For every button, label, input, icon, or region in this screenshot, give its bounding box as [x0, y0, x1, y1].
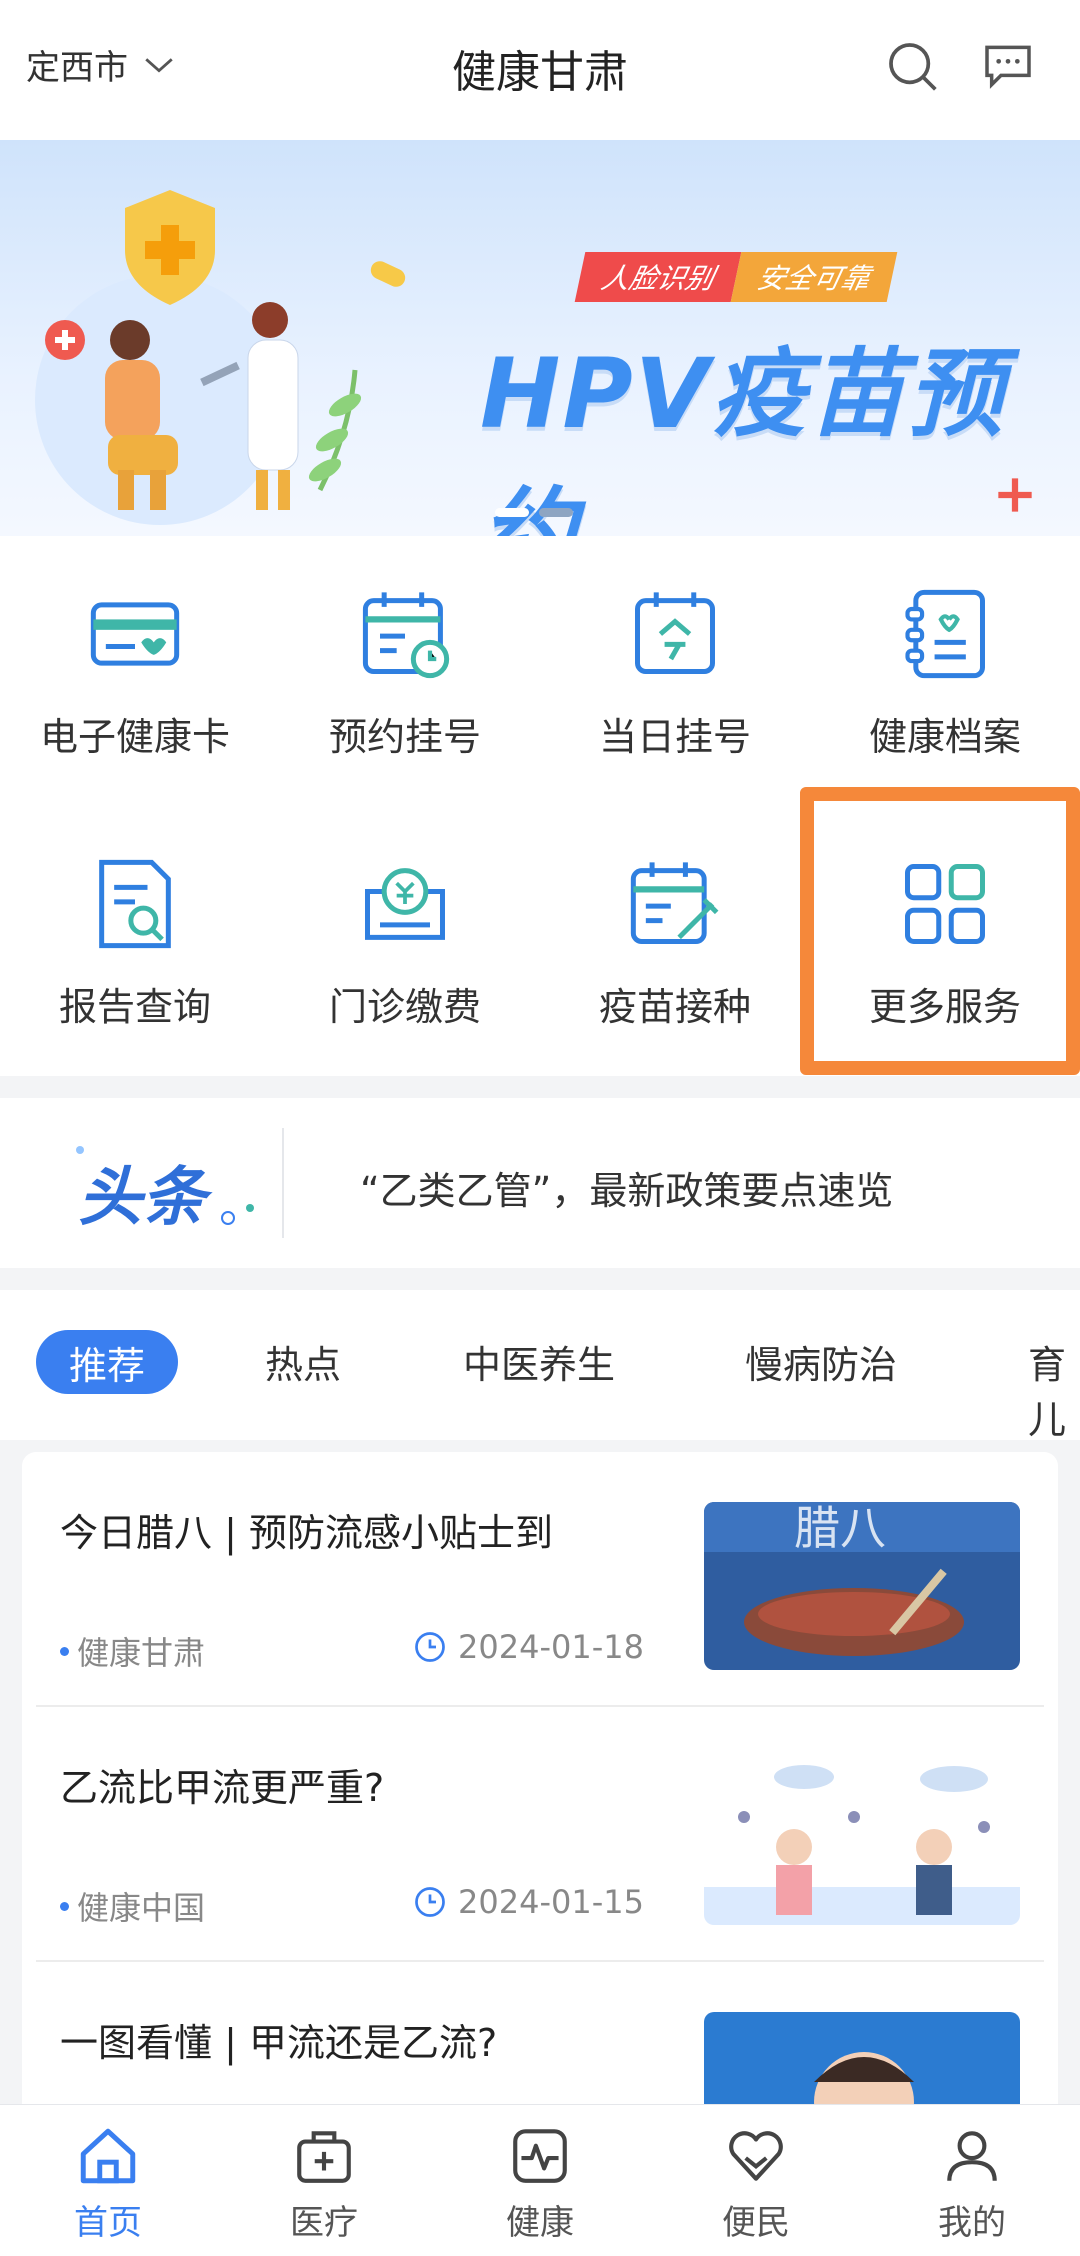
divider [282, 1128, 284, 1238]
carousel-indicator [495, 508, 573, 517]
nav-label: 我的 [938, 2203, 1006, 2243]
tab-recommend[interactable]: 推荐 [36, 1330, 178, 1394]
service-vaccine[interactable]: 疫苗接种 [540, 806, 810, 1029]
service-label: 电子健康卡 [39, 715, 230, 759]
news-title: 乙流比甲流更严重? [60, 1766, 385, 1810]
news-title: 今日腊八 | 预防流感小贴士到 [60, 1511, 553, 1555]
news-list: 今日腊八 | 预防流感小贴士到 健康甘肃 2024-01-18 腊八 乙流比甲流… [22, 1452, 1058, 2152]
nav-health[interactable]: 健康 [470, 2123, 610, 2244]
news-date: 2024-01-18 [412, 1628, 644, 1666]
nav-convenience[interactable]: 便民 [686, 2123, 826, 2244]
headline-logo: 头条 [60, 1128, 280, 1238]
health-record-icon [905, 589, 985, 679]
heart-hand-icon [729, 2131, 783, 2181]
news-item[interactable]: 乙流比甲流更严重? 健康中国 2024-01-15 [22, 1707, 1058, 1962]
tab-parenting[interactable]: 育儿 [1028, 1334, 1080, 1444]
news-source-label: 健康中国 [77, 1889, 206, 1927]
news-source: 健康甘肃 [60, 1628, 205, 1674]
bottom-nav: 首页 医疗 健康 便民 我的 [0, 2104, 1080, 2256]
tab-tcm[interactable]: 中医养生 [463, 1334, 615, 1389]
nav-label: 医疗 [290, 2203, 358, 2243]
headline-text: “乙类乙管”，最新政策要点速览 [360, 1169, 894, 1213]
service-health-card[interactable]: 电子健康卡 [0, 536, 270, 759]
news-date: 2024-01-15 [412, 1883, 644, 1921]
service-same-day[interactable]: 当日挂号 [540, 536, 810, 759]
calendar-clock-icon [362, 592, 450, 679]
highlight-box [800, 787, 1080, 1075]
plus-decor-icon [998, 478, 1032, 512]
tag-face-recognition: 人脸识别 [574, 252, 742, 302]
service-report[interactable]: 报告查询 [0, 806, 270, 1029]
medical-kit-icon [297, 2131, 351, 2183]
home-icon [80, 2128, 136, 2184]
banner-tags: 人脸识别 安全可靠 [574, 252, 898, 302]
user-icon [947, 2131, 997, 2181]
nav-medical[interactable]: 医疗 [254, 2123, 394, 2244]
headline-bar[interactable]: 头条 “乙类乙管”，最新政策要点速览 [0, 1098, 1080, 1268]
carousel-dot [495, 508, 529, 517]
service-label: 预约挂号 [328, 715, 481, 759]
service-label: 报告查询 [58, 985, 211, 1029]
vaccine-calendar-icon [630, 862, 719, 944]
news-source-label: 健康甘肃 [77, 1634, 206, 1672]
search-icon[interactable] [884, 38, 940, 94]
service-label: 健康档案 [868, 715, 1021, 759]
news-source: 健康中国 [60, 1883, 205, 1929]
news-date-label: 2024-01-15 [458, 1883, 644, 1921]
headline-logo-text: 头条 [78, 1161, 206, 1235]
service-label: 门诊缴费 [328, 985, 481, 1029]
flu-illustration-image [704, 1757, 1020, 1925]
service-label: 疫苗接种 [598, 985, 751, 1029]
service-payment[interactable]: 门诊缴费 [270, 806, 540, 1029]
news-title: 一图看懂 | 甲流还是乙流? [60, 2021, 498, 2065]
promo-banner[interactable]: 人脸识别 安全可靠 HPV疫苗预约 [0, 140, 1080, 536]
news-item[interactable]: 今日腊八 | 预防流感小贴士到 健康甘肃 2024-01-18 腊八 [22, 1452, 1058, 1707]
tag-secure: 安全可靠 [730, 252, 898, 302]
clock-icon [415, 1632, 445, 1662]
carousel-dot [539, 508, 573, 517]
news-date-label: 2024-01-18 [458, 1628, 644, 1666]
today-calendar-icon [635, 592, 715, 674]
category-tabs: 推荐 热点 中医养生 慢病防治 育儿 [0, 1290, 1080, 1442]
message-icon[interactable] [980, 38, 1036, 94]
vaccination-illustration [35, 190, 406, 525]
news-thumbnail [704, 1757, 1020, 1925]
laba-porridge-image: 腊八 [704, 1502, 1020, 1670]
top-bar: 定西市 健康甘肃 [0, 0, 1080, 140]
nav-label: 便民 [722, 2203, 790, 2243]
report-search-icon [99, 859, 171, 949]
tab-chronic[interactable]: 慢病防治 [745, 1334, 897, 1389]
service-label: 当日挂号 [598, 715, 751, 759]
service-health-record[interactable]: 健康档案 [810, 536, 1080, 759]
heartbeat-icon [513, 2129, 567, 2183]
nav-mine[interactable]: 我的 [902, 2123, 1042, 2244]
nav-home[interactable]: 首页 [38, 2123, 178, 2244]
news-thumbnail: 腊八 [704, 1502, 1020, 1670]
clock-icon [415, 1887, 445, 1917]
health-card-icon [90, 602, 180, 666]
nav-label: 健康 [506, 2203, 574, 2243]
payment-icon [365, 868, 445, 940]
nav-label: 首页 [74, 2203, 142, 2243]
svg-text:腊八: 腊八 [794, 1502, 886, 1555]
tab-hot[interactable]: 热点 [265, 1334, 341, 1389]
service-appointment[interactable]: 预约挂号 [270, 536, 540, 759]
